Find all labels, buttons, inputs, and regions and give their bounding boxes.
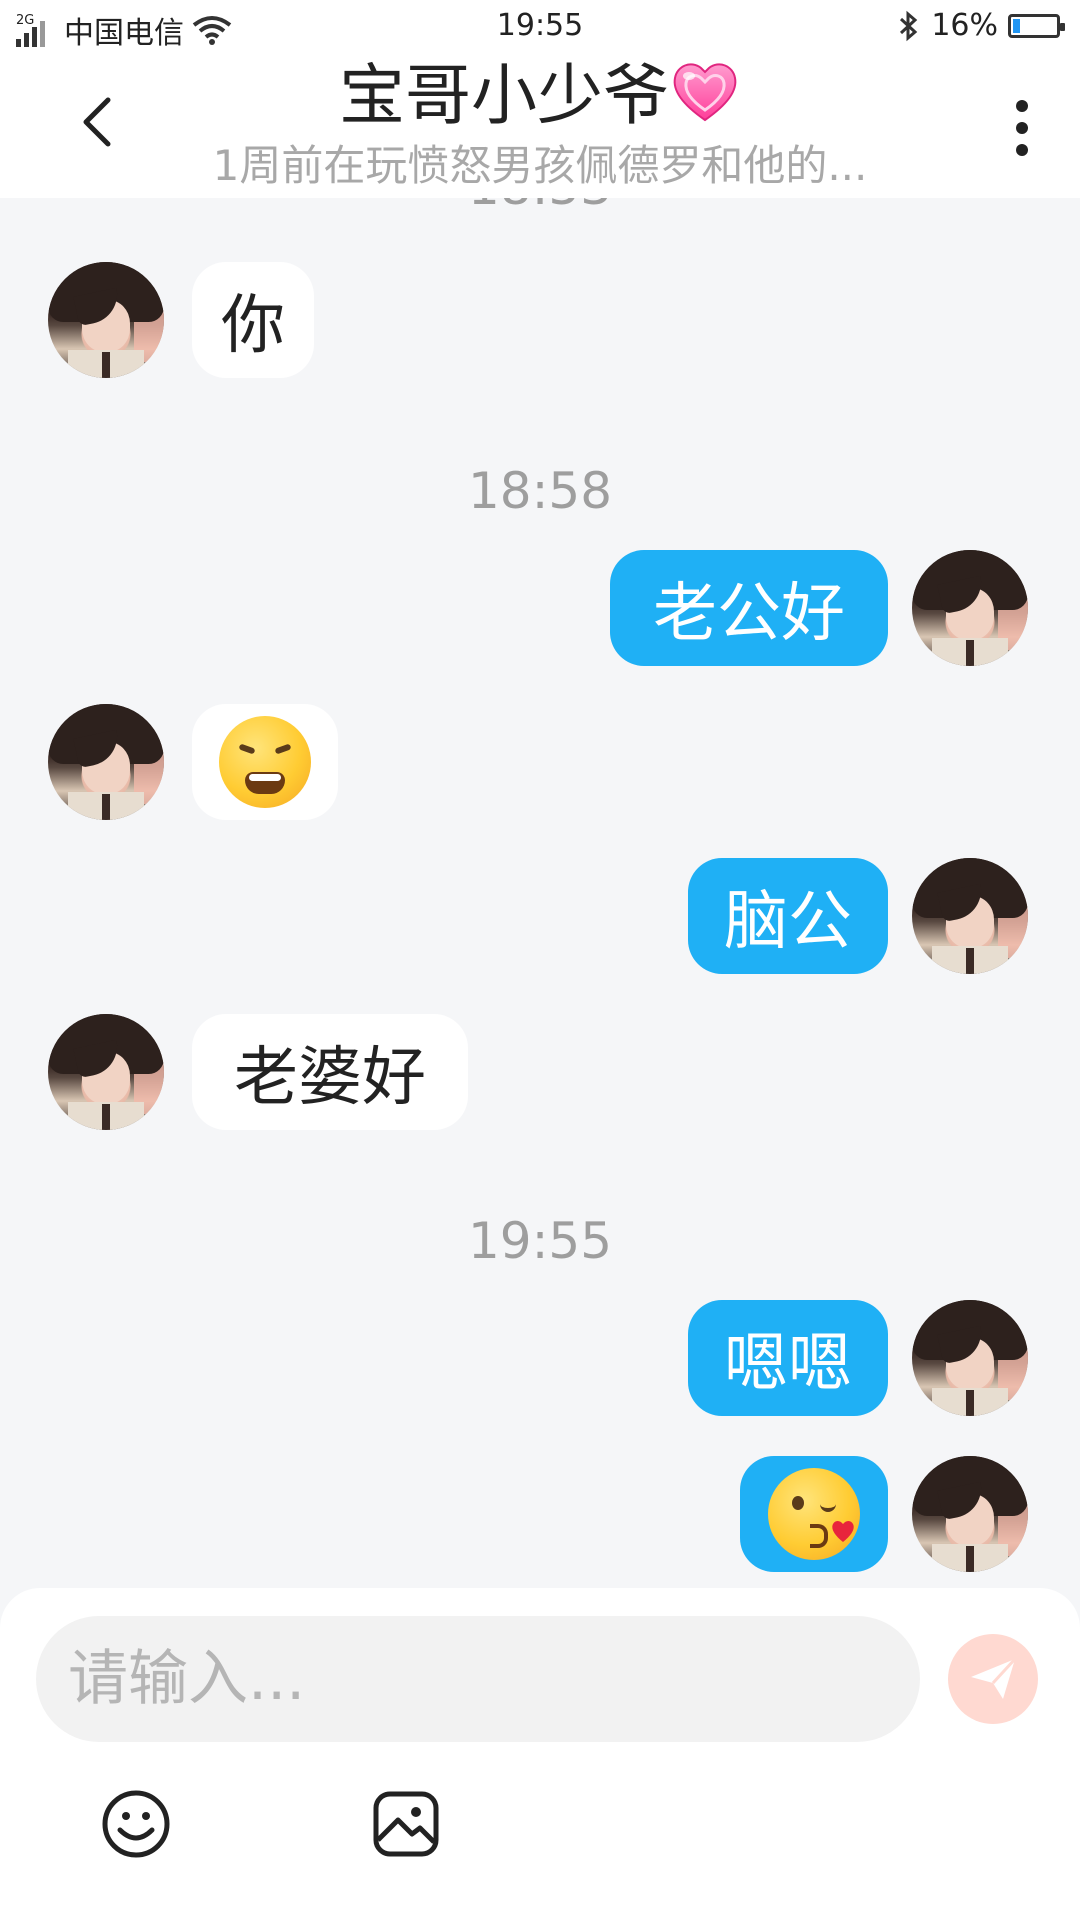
my-avatar[interactable] [912, 550, 1028, 666]
battery-level [1013, 18, 1020, 33]
chat-header: 宝哥小少爷 1周前在玩愤怒男孩佩德罗和他的... [0, 56, 1080, 198]
contact-avatar[interactable] [48, 262, 164, 378]
bluetooth-icon [900, 10, 918, 41]
timestamp: 18:58 [467, 462, 613, 520]
message-input-container[interactable] [36, 1616, 920, 1742]
my-avatar[interactable] [912, 858, 1028, 974]
contact-avatar[interactable] [48, 1014, 164, 1130]
contact-name-text: 宝哥小少爷 [339, 57, 669, 134]
image-icon[interactable] [370, 1788, 442, 1860]
message-bubble[interactable]: 嗯嗯 [688, 1300, 888, 1416]
status-bar: 2G 中国电信 19:55 16% [0, 0, 1080, 56]
weary-face-icon [219, 716, 311, 808]
message-bubble[interactable]: 你 [192, 262, 314, 378]
message-bubble[interactable]: 脑公 [688, 858, 888, 974]
message-bubble[interactable]: 老公好 [610, 550, 888, 666]
battery-percent: 16% [931, 8, 998, 43]
emoji-icon[interactable] [100, 1788, 172, 1860]
face-blowing-a-kiss-icon [768, 1468, 860, 1560]
pink-heart-icon [673, 63, 737, 122]
message-bubble[interactable] [740, 1456, 888, 1572]
contact-avatar[interactable] [48, 704, 164, 820]
input-panel [0, 1588, 1080, 1920]
more-options-icon[interactable] [1012, 100, 1032, 160]
send-button[interactable] [948, 1634, 1038, 1724]
timestamp: 19:55 [467, 1212, 613, 1270]
timestamp: 18:53 [0, 198, 1080, 216]
message-list[interactable]: 18:53 你 18:58 老公好 脑公 [0, 198, 1080, 1588]
battery-icon [1008, 13, 1065, 38]
contact-name: 宝哥小少爷 [0, 56, 1080, 136]
my-avatar[interactable] [912, 1456, 1028, 1572]
contact-status: 1周前在玩愤怒男孩佩德罗和他的... [212, 141, 868, 190]
message-input[interactable] [66, 1643, 890, 1715]
send-icon [971, 1657, 1017, 1699]
message-bubble[interactable] [192, 704, 338, 820]
message-bubble[interactable]: 老婆好 [192, 1014, 468, 1130]
my-avatar[interactable] [912, 1300, 1028, 1416]
